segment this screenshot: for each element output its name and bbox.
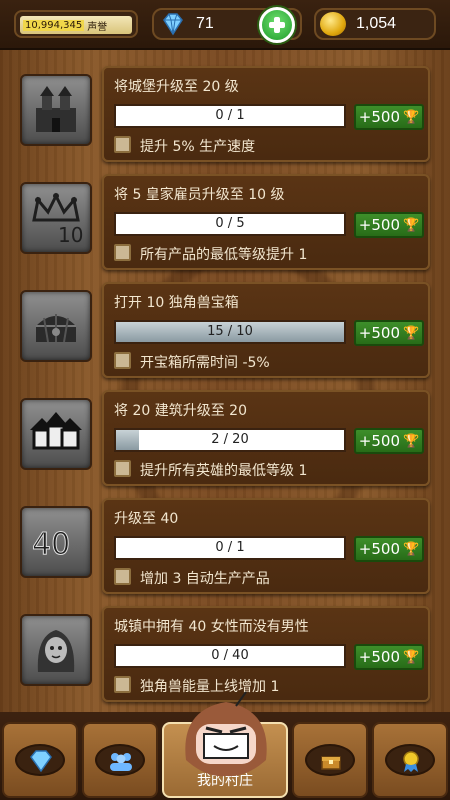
progress-bar: 0 / 1 [114,536,346,560]
nav-oval [385,744,435,776]
reward-button[interactable]: +500 🏆 [354,428,424,454]
mascot-character [185,691,267,777]
task-title: 将 20 建筑升级至 20 [114,403,247,419]
task-item: 将城堡升级至 20 级 0 / 1 +500 🏆 提升 5% 生产速度 [16,66,434,164]
nav-oval [305,744,355,776]
task-bonus: 提升所有英雄的最低等级 1 [140,463,308,479]
chest-icon [20,290,92,362]
reputation-label: 声誉 [87,21,108,33]
reward-button[interactable]: +500 🏆 [354,212,424,238]
task-title: 打开 10 独角兽宝箱 [114,295,239,311]
castle-icon [20,74,92,146]
reputation-display: 10,994,345 声誉 [20,16,132,34]
task-item: 打开 10 独角兽宝箱 15 / 10 +500 🏆 开宝箱所需时间 -5% [16,282,434,380]
trophy-icon: 🏆 [403,217,420,233]
progress-bar: 0 / 40 [114,644,346,668]
level-badge-number: 40 [32,527,70,562]
progress-text: 15 / 10 [207,324,253,339]
task-bonus: 增加 3 自动生产产品 [140,571,270,587]
reputation-value: 10,994,345 [23,19,85,31]
task-checkbox[interactable] [114,244,131,261]
level-40-icon: 40 [20,506,92,578]
progress-text: 0 / 1 [215,540,245,555]
buildings-icon [20,398,92,470]
task-card: 将 5 皇家雇员升级至 10 级 0 / 5 +500 🏆 所有产品的最低等级提… [102,174,430,270]
reward-amount: +500 [358,324,400,342]
gem-icon [30,750,52,773]
nav-chest-button[interactable] [292,722,368,798]
trophy-icon: 🏆 [403,541,420,557]
achievement-list[interactable]: 将城堡升级至 20 级 0 / 1 +500 🏆 提升 5% 生产速度 10 将… [16,50,434,710]
task-card: 将城堡升级至 20 级 0 / 1 +500 🏆 提升 5% 生产速度 [102,66,430,162]
medal-icon [403,751,419,772]
progress-text: 0 / 1 [215,108,245,123]
coin-count: 1,054 [356,15,397,32]
task-item: 10 将 5 皇家雇员升级至 10 级 0 / 5 +500 🏆 所有产品的最低… [16,174,434,272]
task-title: 将城堡升级至 20 级 [114,79,239,95]
progress-bar: 0 / 5 [114,212,346,236]
task-card: 升级至 40 0 / 1 +500 🏆 增加 3 自动生产产品 [102,498,430,594]
reward-amount: +500 [358,432,400,450]
task-title: 城镇中拥有 40 女性而没有男性 [114,619,309,635]
task-card: 将 20 建筑升级至 20 2 / 20 +500 🏆 提升所有英雄的最低等级 … [102,390,430,486]
task-card: 城镇中拥有 40 女性而没有男性 0 / 40 +500 🏆 独角兽能量上线增加… [102,606,430,702]
reward-amount: +500 [358,648,400,666]
task-title: 将 5 皇家雇员升级至 10 级 [114,187,285,203]
reward-button[interactable]: +500 🏆 [354,644,424,670]
nav-oval [15,744,65,776]
progress-bar: 0 / 1 [114,104,346,128]
coin-counter: 1,054 [314,8,436,40]
task-bonus: 提升 5% 生产速度 [140,139,256,155]
task-item: 将 20 建筑升级至 20 2 / 20 +500 🏆 提升所有英雄的最低等级 … [16,390,434,488]
trophy-icon: 🏆 [403,433,420,449]
reward-amount: +500 [358,540,400,558]
trophy-icon: 🏆 [403,325,420,341]
progress-text: 0 / 40 [211,648,249,663]
trophy-icon: 🏆 [403,649,420,665]
reward-button[interactable]: +500 🏆 [354,536,424,562]
nav-medal-button[interactable] [372,722,448,798]
crown-badge-number: 10 [58,223,83,246]
task-checkbox[interactable] [114,568,131,585]
progress-bar: 15 / 10 [114,320,346,344]
woman-portrait-icon [20,614,92,686]
task-title: 升级至 40 [114,511,179,527]
progress-text: 2 / 20 [211,432,249,447]
people-icon [110,753,132,771]
task-card: 打开 10 独角兽宝箱 15 / 10 +500 🏆 开宝箱所需时间 -5% [102,282,430,378]
reward-button[interactable]: +500 🏆 [354,320,424,346]
chest-icon [321,756,341,770]
reputation-pill: 10,994,345 声誉 [14,10,138,38]
task-checkbox[interactable] [114,676,131,693]
add-gems-button[interactable] [259,7,295,43]
reward-amount: +500 [358,216,400,234]
trophy-icon: 🏆 [403,109,420,125]
task-checkbox[interactable] [114,136,131,153]
top-bar: 10,994,345 声誉 71 1,054 [0,0,450,50]
task-checkbox[interactable] [114,460,131,477]
reward-button[interactable]: +500 🏆 [354,104,424,130]
task-checkbox[interactable] [114,352,131,369]
progress-bar: 2 / 20 [114,428,346,452]
nav-people-button[interactable] [82,722,158,798]
coin-icon [320,12,346,36]
reward-amount: +500 [358,108,400,126]
nav-oval [95,744,145,776]
task-bonus: 所有产品的最低等级提升 1 [140,247,308,263]
crown-10-icon: 10 [20,182,92,254]
nav-gems-button[interactable] [2,722,78,798]
task-bonus: 开宝箱所需时间 -5% [140,355,270,371]
diamond-icon [163,13,183,36]
task-item: 40 升级至 40 0 / 1 +500 🏆 增加 3 自动生产产品 [16,498,434,596]
progress-text: 0 / 5 [215,216,245,231]
gem-count: 71 [196,15,214,32]
